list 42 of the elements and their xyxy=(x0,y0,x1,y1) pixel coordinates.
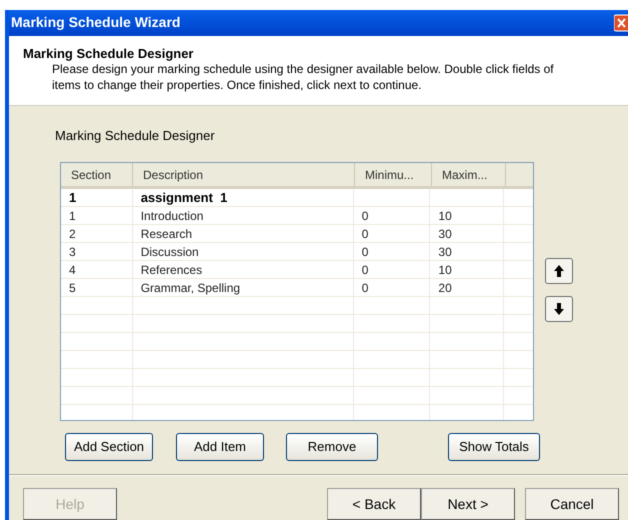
table-cell-text: 30 xyxy=(438,226,452,242)
table-cell-text: 0 xyxy=(362,226,368,242)
table-cell-text: Research xyxy=(140,226,192,242)
table-cell-text: 0 xyxy=(362,244,368,260)
table-cell-text: References xyxy=(140,262,202,278)
table-cell-text: Introduction xyxy=(140,208,204,224)
header-description: Please design your marking schedule using the designer available below. Double click fields of items to change their properties. Once finished, click next to continue. xyxy=(51,61,555,93)
table-cell-text: 5 xyxy=(69,280,76,296)
table-cell-text: 1 xyxy=(69,188,76,207)
close-icon[interactable] xyxy=(614,12,628,33)
table-cell-text: 2 xyxy=(69,226,76,242)
action-button[interactable]: Add Section xyxy=(65,433,153,461)
table-cell-text: 20 xyxy=(438,280,452,296)
move-down-button[interactable] xyxy=(545,296,573,322)
column-header[interactable]: Maxim... xyxy=(432,163,506,186)
footer-button[interactable]: Next > xyxy=(421,488,515,520)
footer-button[interactable]: < Back xyxy=(327,488,421,520)
table-cell-text: 30 xyxy=(438,244,452,260)
action-button[interactable]: Show Totals xyxy=(448,433,540,461)
group-label: Marking Schedule Designer xyxy=(55,128,215,143)
column-header[interactable]: Description xyxy=(133,163,355,186)
table-cell-text: 0 xyxy=(362,208,368,224)
table-cell-text: Grammar, Spelling xyxy=(140,280,240,296)
table-cell-text: 0 xyxy=(362,262,368,278)
table-cell-text: 10 xyxy=(438,262,452,278)
up-arrow-icon xyxy=(554,265,564,277)
header-title: Marking Schedule Designer xyxy=(23,46,194,61)
action-button[interactable]: Remove xyxy=(286,433,378,461)
column-header[interactable]: Minimu... xyxy=(355,163,432,186)
table-cell-text: 1 xyxy=(69,208,76,224)
table-cell-text: assignment 1 xyxy=(140,188,228,207)
move-up-button[interactable] xyxy=(545,258,573,284)
table-cell-text: 4 xyxy=(69,262,76,278)
table-cell-text: 0 xyxy=(362,280,368,296)
down-arrow-icon xyxy=(554,303,564,315)
table-cell-text: 3 xyxy=(69,244,76,260)
footer-button[interactable]: Cancel xyxy=(525,488,619,520)
table-cell-text: Discussion xyxy=(140,244,199,260)
window-title: Marking Schedule Wizard xyxy=(11,13,180,32)
column-header[interactable]: Section xyxy=(61,163,133,186)
table-cell-text: 10 xyxy=(438,208,452,224)
action-button[interactable]: Add Item xyxy=(176,433,264,461)
